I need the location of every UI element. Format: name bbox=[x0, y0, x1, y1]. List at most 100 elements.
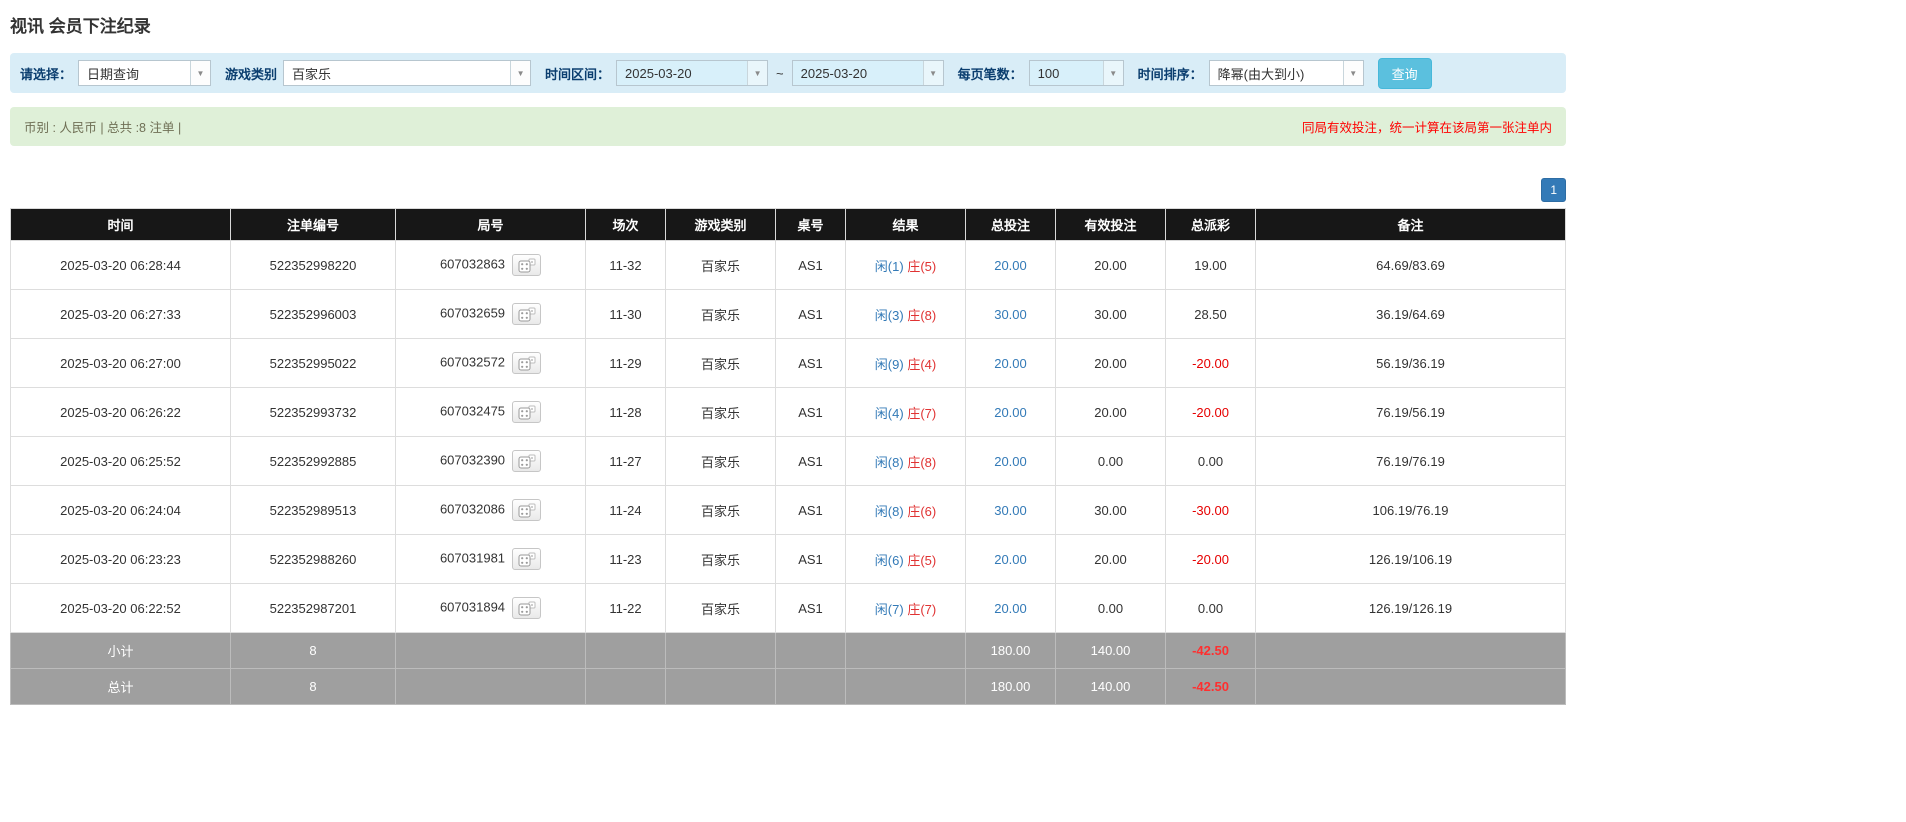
date-type-select[interactable]: 日期查询 ▼ bbox=[78, 60, 212, 86]
date-to-input[interactable]: 2025-03-20 ▼ bbox=[791, 60, 944, 86]
cell-table-no: AS1 bbox=[775, 289, 846, 339]
header-result: 结果 bbox=[845, 208, 966, 241]
page-title: 视讯 会员下注纪录 bbox=[10, 17, 151, 36]
cell-time: 2025-03-20 06:26:22 bbox=[10, 387, 231, 437]
round-detail-button[interactable] bbox=[512, 254, 542, 276]
dice-icon bbox=[518, 356, 536, 370]
round-number: 607032863 bbox=[439, 256, 506, 272]
cell-time: 2025-03-20 06:22:52 bbox=[10, 583, 231, 633]
date-type-value: 日期查询 bbox=[87, 66, 140, 82]
cell-round: 607032086 bbox=[395, 485, 586, 535]
total-bet-link[interactable]: 20.00 bbox=[994, 552, 1027, 567]
total-bet-link[interactable]: 30.00 bbox=[994, 307, 1027, 322]
cell-valid-bet: 20.00 bbox=[1055, 338, 1166, 388]
round-number: 607032475 bbox=[439, 403, 506, 419]
round-detail-button[interactable] bbox=[512, 303, 542, 325]
cell-total-bet: 20.00 bbox=[965, 240, 1056, 290]
cell-time: 2025-03-20 06:24:04 bbox=[10, 485, 231, 535]
total-bet-link[interactable]: 20.00 bbox=[994, 405, 1027, 420]
header-table-no: 桌号 bbox=[775, 208, 846, 241]
total-bet-link[interactable]: 20.00 bbox=[994, 258, 1027, 273]
dice-icon bbox=[518, 601, 536, 615]
subtotal-valid-bet: 140.00 bbox=[1055, 632, 1166, 669]
total-bet-link[interactable]: 20.00 bbox=[994, 356, 1027, 371]
round-number: 607032390 bbox=[439, 452, 506, 468]
result-banker: 庄(5) bbox=[907, 552, 937, 568]
result-player: 闲(3) bbox=[874, 307, 904, 323]
page-button-1[interactable]: 1 bbox=[1541, 178, 1566, 202]
header-bet-id: 注单编号 bbox=[230, 208, 396, 241]
cell-payout: 0.00 bbox=[1165, 583, 1256, 633]
filter-bar: 请选择： 日期查询 ▼ 游戏类别 百家乐 ▼ 时间区间： 2025-03-20 … bbox=[10, 53, 1566, 93]
notice-text: 同局有效投注，统一计算在该局第一张注单内 bbox=[1301, 121, 1552, 135]
header-total-bet: 总投注 bbox=[965, 208, 1056, 241]
cell-session: 11-23 bbox=[585, 534, 666, 584]
cell-valid-bet: 0.00 bbox=[1055, 583, 1166, 633]
cell-result: 闲(7) 庄(7) bbox=[845, 583, 966, 633]
total-count: 8 bbox=[230, 668, 396, 705]
cell-round: 607032659 bbox=[395, 289, 586, 339]
cell-note: 36.19/64.69 bbox=[1255, 289, 1566, 339]
table-row: 2025-03-20 06:27:33 522352996003 607032659… bbox=[10, 289, 1566, 339]
total-payout: -42.50 bbox=[1165, 668, 1256, 705]
cell-game-type: 百家乐 bbox=[665, 583, 776, 633]
cell-bet-id: 522352993732 bbox=[230, 387, 396, 437]
cell-game-type: 百家乐 bbox=[665, 534, 776, 584]
cell-valid-bet: 20.00 bbox=[1055, 240, 1166, 290]
sort-select[interactable]: 降幂(由大到小) ▼ bbox=[1208, 60, 1364, 86]
chevron-down-icon: ▼ bbox=[190, 61, 211, 85]
cell-result: 闲(8) 庄(8) bbox=[845, 436, 966, 486]
cell-game-type: 百家乐 bbox=[665, 387, 776, 437]
total-total-bet: 180.00 bbox=[965, 668, 1056, 705]
game-type-select[interactable]: 百家乐 ▼ bbox=[283, 60, 532, 86]
cell-round: 607032475 bbox=[395, 387, 586, 437]
cell-round: 607032572 bbox=[395, 338, 586, 388]
cell-session: 11-27 bbox=[585, 436, 666, 486]
cell-valid-bet: 0.00 bbox=[1055, 436, 1166, 486]
cell-payout: -30.00 bbox=[1165, 485, 1256, 535]
cell-total-bet: 20.00 bbox=[965, 534, 1056, 584]
page-size-select[interactable]: 100 ▼ bbox=[1028, 60, 1124, 86]
date-to-value: 2025-03-20 bbox=[800, 65, 868, 81]
cell-bet-id: 522352988260 bbox=[230, 534, 396, 584]
cell-result: 闲(8) 庄(6) bbox=[845, 485, 966, 535]
game-type-value: 百家乐 bbox=[292, 66, 332, 82]
header-round: 局号 bbox=[395, 208, 586, 241]
cell-note: 76.19/56.19 bbox=[1255, 387, 1566, 437]
round-detail-button[interactable] bbox=[512, 401, 542, 423]
total-bet-link[interactable]: 20.00 bbox=[994, 454, 1027, 469]
round-detail-button[interactable] bbox=[512, 450, 542, 472]
search-button[interactable]: 查询 bbox=[1377, 57, 1432, 89]
total-bet-link[interactable]: 20.00 bbox=[994, 601, 1027, 616]
table-row: 2025-03-20 06:22:52 522352987201 607031894… bbox=[10, 583, 1566, 633]
currency-summary-text: 币别 : 人民币 | 总共 :8 注单 | bbox=[24, 121, 182, 135]
cell-payout: -20.00 bbox=[1165, 387, 1256, 437]
cell-game-type: 百家乐 bbox=[665, 436, 776, 486]
round-detail-button[interactable] bbox=[512, 352, 542, 374]
cell-note: 64.69/83.69 bbox=[1255, 240, 1566, 290]
subtotal-count: 8 bbox=[230, 632, 396, 669]
chevron-down-icon: ▼ bbox=[1342, 61, 1363, 85]
subtotal-total-bet: 180.00 bbox=[965, 632, 1056, 669]
date-from-input[interactable]: 2025-03-20 ▼ bbox=[616, 60, 769, 86]
cell-table-no: AS1 bbox=[775, 436, 846, 486]
cell-total-bet: 20.00 bbox=[965, 583, 1056, 633]
cell-session: 11-28 bbox=[585, 387, 666, 437]
round-number: 607031981 bbox=[439, 550, 506, 566]
result-player: 闲(1) bbox=[874, 258, 904, 274]
round-detail-button[interactable] bbox=[512, 499, 542, 521]
result-banker: 庄(6) bbox=[907, 503, 937, 519]
round-detail-button[interactable] bbox=[512, 548, 542, 570]
cell-table-no: AS1 bbox=[775, 387, 846, 437]
cell-payout: 19.00 bbox=[1165, 240, 1256, 290]
cell-game-type: 百家乐 bbox=[665, 485, 776, 535]
dice-icon bbox=[518, 258, 536, 272]
cell-note: 76.19/76.19 bbox=[1255, 436, 1566, 486]
result-player: 闲(8) bbox=[874, 454, 904, 470]
cell-total-bet: 30.00 bbox=[965, 289, 1056, 339]
round-detail-button[interactable] bbox=[512, 597, 542, 619]
dice-icon bbox=[518, 503, 536, 517]
page-size-label: 每页笔数： bbox=[957, 66, 1023, 82]
cell-valid-bet: 30.00 bbox=[1055, 289, 1166, 339]
total-bet-link[interactable]: 30.00 bbox=[994, 503, 1027, 518]
